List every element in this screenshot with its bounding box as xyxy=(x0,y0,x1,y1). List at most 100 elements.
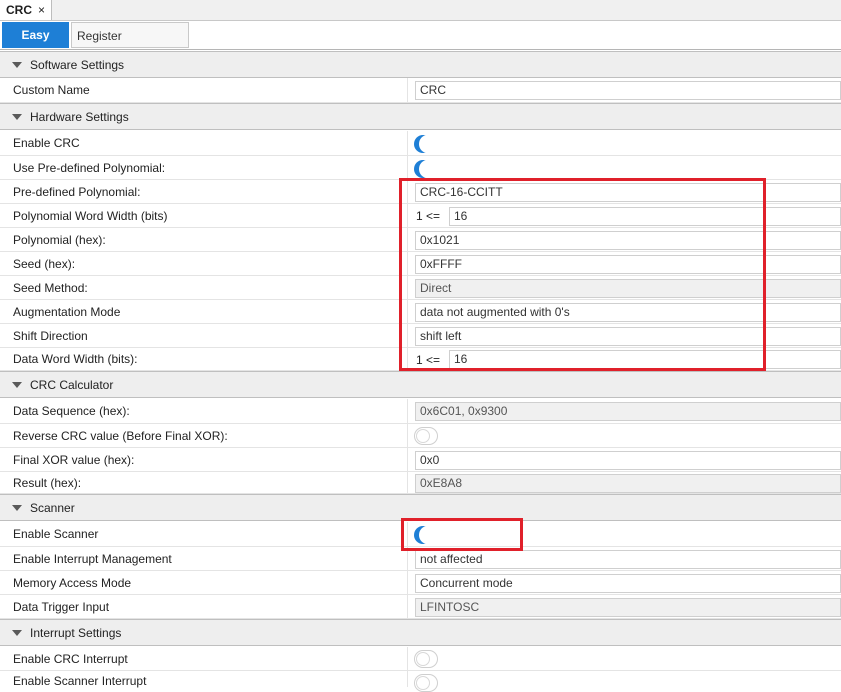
column-divider xyxy=(407,399,408,423)
column-divider xyxy=(407,228,408,251)
column-divider xyxy=(407,671,408,687)
row-predefined-polynomial: Pre-defined Polynomial: CRC-16-CCITT xyxy=(0,180,841,204)
tab-easy-view[interactable]: Easy View xyxy=(2,22,69,68)
seed-method-select[interactable]: Direct xyxy=(415,279,841,298)
row-seed-method: Seed Method: Direct xyxy=(0,276,841,300)
section-software-settings[interactable]: Software Settings xyxy=(0,51,841,78)
seed-method-label: Seed Method: xyxy=(13,280,88,295)
column-divider xyxy=(407,448,408,471)
polynomial-hex-label: Polynomial (hex): xyxy=(13,232,106,247)
final-xor-input[interactable]: 0x0 xyxy=(415,451,841,470)
range-prefix: 1 <= xyxy=(416,353,441,367)
row-custom-name: Custom Name CRC xyxy=(0,78,841,103)
section-title: Interrupt Settings xyxy=(30,625,122,640)
row-interrupt-management: Enable Interrupt Management not affected xyxy=(0,547,841,571)
section-interrupt-settings[interactable]: Interrupt Settings xyxy=(0,619,841,646)
section-title: CRC Calculator xyxy=(30,377,114,392)
data-word-width-input[interactable]: 16 xyxy=(449,350,841,369)
custom-name-label: Custom Name xyxy=(13,83,90,97)
use-predefined-toggle[interactable] xyxy=(414,160,442,178)
close-icon[interactable]: × xyxy=(38,0,45,20)
column-divider xyxy=(407,252,408,275)
enable-crc-interrupt-toggle[interactable] xyxy=(414,650,442,668)
column-divider xyxy=(407,571,408,594)
predefined-polynomial-label: Pre-defined Polynomial: xyxy=(13,184,141,199)
tab-crc-label: CRC xyxy=(6,3,32,17)
row-polynomial-hex: Polynomial (hex): 0x1021 xyxy=(0,228,841,252)
view-tabs: Easy View Register Initialization xyxy=(0,21,841,69)
column-divider xyxy=(407,647,408,670)
section-title: Scanner xyxy=(30,500,75,515)
final-xor-label: Final XOR value (hex): xyxy=(13,452,135,467)
row-memory-access-mode: Memory Access Mode Concurrent mode xyxy=(0,571,841,595)
column-divider xyxy=(407,131,408,155)
column-divider xyxy=(407,472,408,493)
row-result: Result (hex): 0xE8A8 xyxy=(0,472,841,494)
column-divider xyxy=(407,348,408,370)
row-final-xor: Final XOR value (hex): 0x0 xyxy=(0,448,841,472)
polynomial-hex-input[interactable]: 0x1021 xyxy=(415,231,841,250)
column-divider xyxy=(407,300,408,323)
enable-scanner-label: Enable Scanner xyxy=(13,527,99,541)
row-shift-direction: Shift Direction shift left xyxy=(0,324,841,348)
poly-word-width-label: Polynomial Word Width (bits) xyxy=(13,208,168,223)
column-divider xyxy=(407,204,408,227)
augmentation-mode-select[interactable]: data not augmented with 0's xyxy=(415,303,841,322)
shift-direction-select[interactable]: shift left xyxy=(415,327,841,346)
custom-name-input[interactable]: CRC xyxy=(415,81,841,100)
row-data-trigger-input: Data Trigger Input LFINTOSC xyxy=(0,595,841,619)
section-crc-calculator[interactable]: CRC Calculator xyxy=(0,371,841,398)
reverse-crc-label: Reverse CRC value (Before Final XOR): xyxy=(13,428,228,443)
data-sequence-input[interactable]: 0x6C01, 0x9300 xyxy=(415,402,841,421)
shift-direction-label: Shift Direction xyxy=(13,328,88,343)
predefined-polynomial-select[interactable]: CRC-16-CCITT xyxy=(415,183,841,202)
augmentation-mode-label: Augmentation Mode xyxy=(13,304,121,319)
row-data-word-width: Data Word Width (bits): 1 <= 16 xyxy=(0,348,841,371)
interrupt-management-label: Enable Interrupt Management xyxy=(13,551,172,566)
tab-crc[interactable]: CRC × xyxy=(0,0,53,20)
column-divider xyxy=(407,522,408,546)
enable-crc-label: Enable CRC xyxy=(13,136,80,150)
data-sequence-label: Data Sequence (hex): xyxy=(13,404,130,418)
column-divider xyxy=(407,595,408,618)
section-scanner[interactable]: Scanner xyxy=(0,494,841,521)
enable-scanner-toggle[interactable] xyxy=(414,526,442,544)
enable-scanner-interrupt-toggle[interactable] xyxy=(414,674,442,692)
data-trigger-input-label: Data Trigger Input xyxy=(13,599,110,614)
section-hardware-settings[interactable]: Hardware Settings xyxy=(0,103,841,130)
column-divider xyxy=(407,156,408,179)
interrupt-management-select[interactable]: not affected xyxy=(415,550,841,569)
row-enable-scanner-interrupt: Enable Scanner Interrupt xyxy=(0,671,841,692)
range-prefix: 1 <= xyxy=(416,209,441,223)
memory-access-mode-label: Memory Access Mode xyxy=(13,575,132,590)
column-divider xyxy=(407,547,408,570)
row-seed-hex: Seed (hex): 0xFFFF xyxy=(0,252,841,276)
enable-crc-interrupt-label: Enable CRC Interrupt xyxy=(13,651,128,666)
row-enable-crc-interrupt: Enable CRC Interrupt xyxy=(0,647,841,671)
row-augmentation-mode: Augmentation Mode data not augmented wit… xyxy=(0,300,841,324)
seed-hex-input[interactable]: 0xFFFF xyxy=(415,255,841,274)
collapse-arrow-icon xyxy=(12,113,22,120)
collapse-arrow-icon xyxy=(12,381,22,388)
data-word-width-label: Data Word Width (bits): xyxy=(13,352,138,366)
collapse-arrow-icon xyxy=(12,504,22,511)
column-divider xyxy=(407,324,408,347)
use-predefined-label: Use Pre-defined Polynomial: xyxy=(13,160,166,175)
enable-crc-toggle[interactable] xyxy=(414,135,442,153)
row-poly-word-width: Polynomial Word Width (bits) 1 <= 16 xyxy=(0,204,841,228)
tab-register-initialization[interactable]: Register Initialization xyxy=(71,22,189,69)
row-use-predefined: Use Pre-defined Polynomial: xyxy=(0,156,841,180)
column-divider xyxy=(407,180,408,203)
collapse-arrow-icon xyxy=(12,629,22,636)
column-divider xyxy=(407,78,408,102)
poly-word-width-input[interactable]: 16 xyxy=(449,207,841,226)
memory-access-mode-select[interactable]: Concurrent mode xyxy=(415,574,841,593)
document-tab-bar: CRC × xyxy=(0,0,841,21)
row-reverse-crc: Reverse CRC value (Before Final XOR): xyxy=(0,424,841,448)
result-label: Result (hex): xyxy=(13,475,82,490)
collapse-arrow-icon xyxy=(12,61,22,68)
column-divider xyxy=(407,424,408,447)
section-title: Software Settings xyxy=(30,57,125,72)
reverse-crc-toggle[interactable] xyxy=(414,427,442,445)
data-trigger-input-select[interactable]: LFINTOSC xyxy=(415,598,841,617)
